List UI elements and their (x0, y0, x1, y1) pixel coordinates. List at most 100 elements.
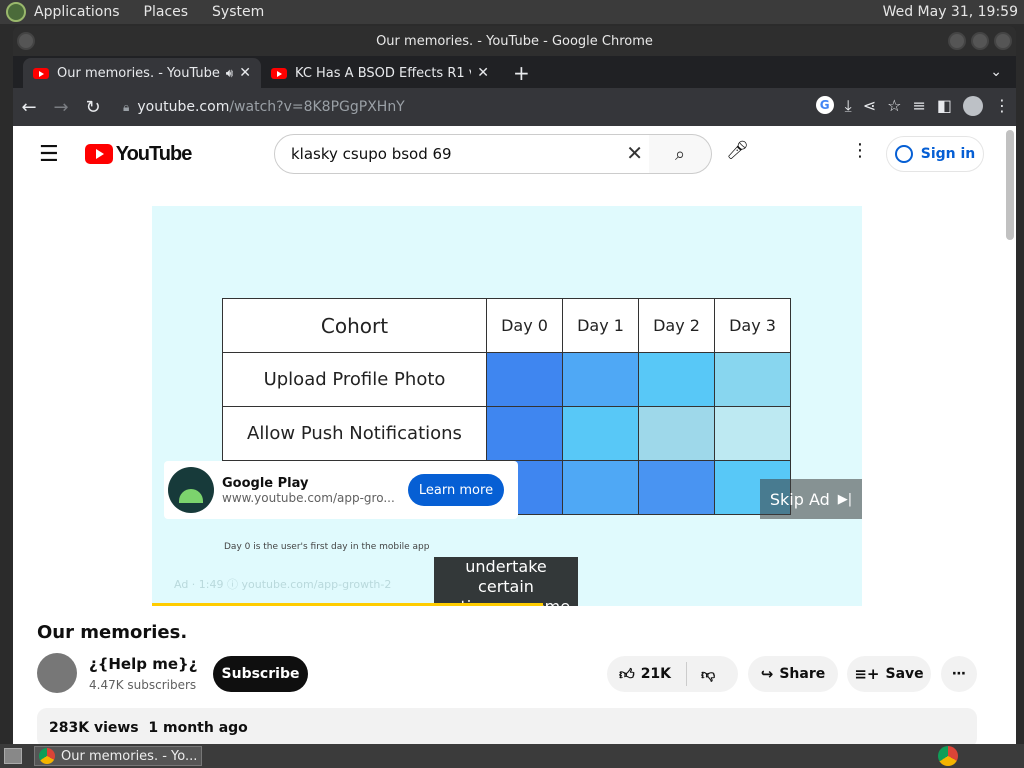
save-button[interactable]: ≡+ Save (847, 656, 931, 692)
clear-search-icon[interactable]: ✕ (626, 141, 643, 165)
heat-cell (486, 352, 563, 407)
system-clock[interactable]: Wed May 31, 19:59 (883, 4, 1018, 20)
row-label: Allow Push Notifications (222, 406, 487, 461)
more-actions-button[interactable]: ⋯ (941, 656, 977, 692)
google-play-android-icon (168, 467, 214, 513)
chrome-window: Our memories. - YouTube - Google Chrome … (13, 26, 1016, 744)
close-tab-icon[interactable]: ✕ (477, 65, 489, 81)
system-top-panel: Applications Places System Wed May 31, 1… (0, 0, 1024, 24)
applications-menu[interactable]: Applications (34, 4, 120, 20)
youtube-page: ☰ YouTube klasky csupo bsod 69 ✕ ⌕ 🎤︎ ⋮ … (13, 126, 1016, 744)
window-titlebar[interactable]: Our memories. - YouTube - Google Chrome (13, 26, 1016, 56)
settings-kebab-icon[interactable]: ⋮ (851, 140, 869, 161)
install-app-icon[interactable]: ⤓ (845, 96, 852, 116)
subscribe-button[interactable]: Subscribe (213, 656, 308, 692)
forward-icon[interactable]: → (45, 97, 77, 118)
table-header: Cohort (222, 298, 487, 353)
ad-overlay-card[interactable]: Google Play www.youtube.com/app-gro... L… (164, 461, 518, 519)
channel-name[interactable]: ¿{Help me}¿ (89, 655, 197, 673)
share-page-icon[interactable]: ⋖ (863, 96, 876, 116)
table-header: Day 2 (638, 298, 715, 353)
profile-avatar-icon[interactable] (963, 96, 983, 116)
hamburger-menu-icon[interactable]: ☰ (39, 142, 59, 167)
share-button[interactable]: ↪ Share (748, 656, 838, 692)
google-lens-icon[interactable]: G (815, 96, 834, 114)
skip-ad-label: Skip Ad (769, 489, 830, 509)
search-input[interactable]: klasky csupo bsod 69 ✕ (274, 134, 650, 174)
sign-in-label: Sign in (920, 146, 976, 162)
skip-ad-button[interactable]: Skip Ad ▶| (760, 479, 862, 519)
subtitle-line: undertake certain (465, 557, 547, 596)
bottom-taskbar: Our memories. - Yo... (0, 744, 1024, 768)
like-button[interactable]: 👍︎ 21K (607, 662, 687, 686)
tab-search-chevron-icon[interactable]: ⌄ (990, 64, 1002, 80)
maximize-icon[interactable] (971, 32, 989, 50)
heat-cell (562, 406, 639, 461)
taskbar-window-button[interactable]: Our memories. - Yo... (34, 746, 202, 766)
sign-in-button[interactable]: Sign in (886, 136, 984, 172)
tray-chrome-icon[interactable] (938, 746, 958, 766)
heat-cell (486, 406, 563, 461)
system-logo-icon[interactable] (6, 2, 26, 22)
youtube-favicon-icon (271, 67, 287, 79)
window-title: Our memories. - YouTube - Google Chrome (376, 33, 653, 49)
media-controls-icon[interactable]: ≡ (912, 96, 925, 116)
dislike-button[interactable]: 👎︎ (687, 666, 715, 683)
places-menu[interactable]: Places (144, 4, 189, 20)
page-scrollbar[interactable] (1006, 130, 1014, 240)
video-subtitle: undertake certain actions or come (434, 557, 578, 606)
youtube-play-icon (84, 144, 113, 164)
tab-our-memories[interactable]: Our memories. - YouTube 🔊︎ ✕ (23, 58, 261, 88)
subscriber-count: 4.47K subscribers (89, 678, 197, 692)
minimize-icon[interactable] (948, 32, 966, 50)
ad-advertiser: Google Play (222, 475, 309, 491)
playlist-add-icon: ≡+ (854, 665, 880, 683)
channel-avatar[interactable] (37, 653, 77, 693)
view-count: 283K views (49, 720, 139, 736)
reload-icon[interactable]: ↻ (77, 97, 109, 118)
ad-progress-bar[interactable] (152, 603, 543, 606)
microphone-icon[interactable]: 🎤︎ (726, 140, 749, 161)
tab-strip: Our memories. - YouTube 🔊︎ ✕ KC Has A BS… (13, 56, 1016, 88)
close-window-icon[interactable] (994, 32, 1012, 50)
tab-kc-bsod[interactable]: KC Has A BSOD Effects R1 vs T ✕ (261, 58, 499, 88)
user-circle-icon (894, 145, 913, 163)
address-bar[interactable]: youtube.com/watch?v=8K8PGgPXHnY (137, 99, 404, 115)
speaker-icon[interactable]: 🔊︎ (226, 66, 234, 81)
video-player[interactable]: Cohort Day 0 Day 1 Day 2 Day 3 Upload Pr… (152, 206, 862, 606)
back-icon[interactable]: ← (13, 97, 45, 118)
new-tab-icon[interactable]: + (513, 58, 530, 88)
search-icon: ⌕ (674, 143, 686, 165)
browser-toolbar: ← → ↻ 🔒︎ youtube.com/watch?v=8K8PGgPXHnY… (13, 88, 1016, 126)
youtube-header: ☰ YouTube klasky csupo bsod 69 ✕ ⌕ 🎤︎ ⋮ … (13, 126, 1016, 182)
heat-cell (562, 460, 639, 515)
learn-more-button[interactable]: Learn more (408, 474, 504, 506)
heat-cell (638, 406, 715, 461)
share-arrow-icon: ↪ (760, 665, 774, 683)
youtube-logo[interactable]: YouTube (84, 143, 192, 166)
bookmark-star-icon[interactable]: ☆ (887, 96, 901, 116)
thumbs-down-icon: 👎︎ (701, 666, 716, 683)
description-box[interactable]: 283K views 1 month ago (37, 708, 977, 744)
share-label: Share (779, 666, 826, 682)
video-title: Our memories. (37, 622, 188, 643)
url-host: youtube.com (137, 99, 230, 115)
ad-info-label[interactable]: Ad · 1:49 ⓘ youtube.com/app-growth-2 (174, 576, 391, 592)
lock-icon[interactable]: 🔒︎ (123, 100, 129, 115)
heat-cell (638, 460, 715, 515)
chrome-menu-icon[interactable]: ⋮ (994, 96, 1010, 116)
tab-label: KC Has A BSOD Effects R1 vs T (295, 65, 471, 81)
upload-age: 1 month ago (148, 720, 248, 736)
taskbar-window-label: Our memories. - Yo... (61, 748, 198, 764)
close-tab-icon[interactable]: ✕ (239, 65, 251, 81)
table-header: Day 1 (562, 298, 639, 353)
more-horizontal-icon: ⋯ (952, 666, 966, 682)
table-row: Allow Push Notifications (222, 406, 791, 461)
heat-cell (714, 406, 791, 461)
show-desktop-icon[interactable] (4, 748, 22, 764)
search-query: klasky csupo bsod 69 (291, 145, 452, 163)
search-button[interactable]: ⌕ (649, 134, 712, 174)
system-menu[interactable]: System (212, 4, 264, 20)
window-menu-icon[interactable] (17, 32, 35, 50)
side-panel-icon[interactable]: ◧ (937, 96, 952, 116)
